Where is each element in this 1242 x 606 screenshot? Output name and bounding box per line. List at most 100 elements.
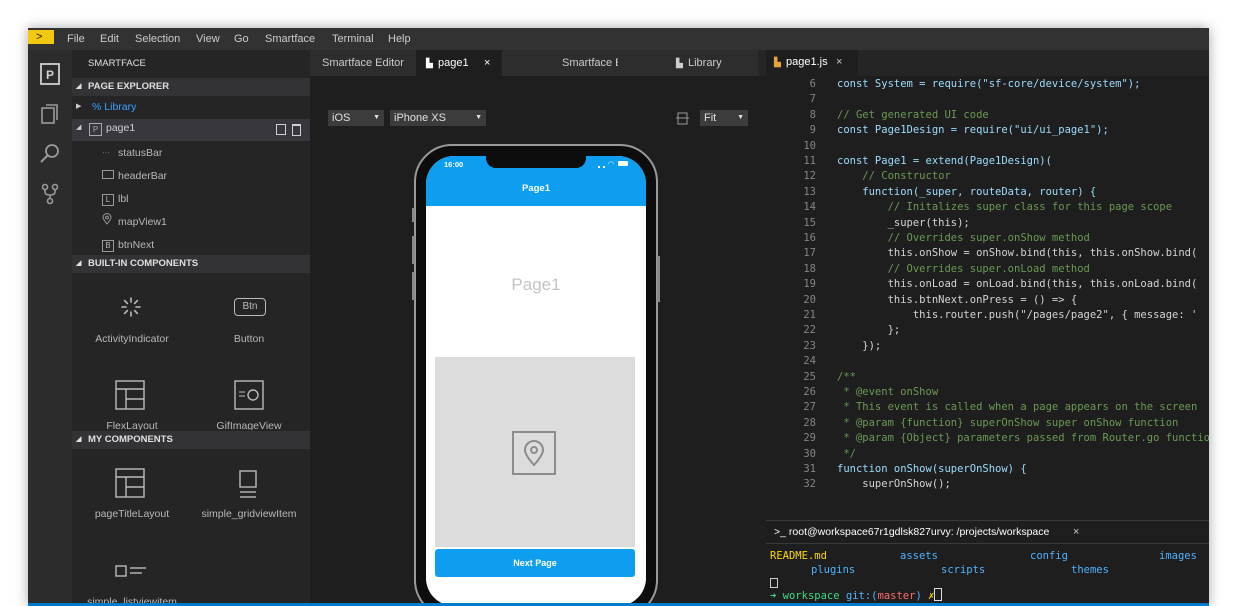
- flexlayout-icon: [115, 380, 145, 410]
- activity-bar: P: [28, 50, 72, 606]
- tab-page1-label: page1: [438, 57, 469, 69]
- smartface-icon[interactable]: P: [38, 62, 62, 86]
- section-builtin-components[interactable]: ◢ BUILT-IN COMPONENTS: [72, 255, 310, 273]
- app-logo[interactable]: >: [28, 30, 54, 44]
- prompt-branch: master: [877, 590, 916, 602]
- statusbar-icon: ···: [102, 148, 110, 157]
- menu-selection[interactable]: Selection: [135, 28, 180, 50]
- component-button[interactable]: Button: [189, 333, 309, 345]
- menu-edit[interactable]: Edit: [100, 28, 119, 50]
- terminal-panel: >_ root@workspace67r1gdlsk827urvy: /proj…: [766, 520, 1209, 606]
- tree-item-page1-row[interactable]: ◢ P page1: [72, 119, 310, 141]
- menu-bar: > File Edit Selection View Go Smartface …: [28, 28, 1209, 50]
- pagetitlelayout-icon: [115, 468, 145, 498]
- tree-item-statusbar[interactable]: statusBar: [118, 144, 162, 162]
- sidebar-title: SMARTFACE: [88, 58, 146, 69]
- section-page-explorer[interactable]: ◢ PAGE EXPLORER: [72, 78, 310, 96]
- menu-smartface[interactable]: Smartface: [265, 28, 315, 50]
- device-select[interactable]: iPhone XS ▼: [390, 110, 486, 126]
- tree-item-btnnext[interactable]: btnNext: [118, 236, 154, 254]
- component-activityindicator[interactable]: ActivityIndicator: [72, 333, 192, 345]
- line-number: 27: [803, 401, 816, 414]
- line-number: 14: [803, 201, 816, 214]
- phone-next-page-button[interactable]: Next Page: [435, 549, 635, 577]
- tree-item-library[interactable]: % Library: [92, 98, 136, 116]
- design-editor: Smartface Editor ▙ page1 × Smartface Edi…: [310, 50, 766, 606]
- line-number: 20: [803, 293, 816, 306]
- close-icon[interactable]: ×: [836, 56, 842, 68]
- line-number: 12: [803, 170, 816, 183]
- line-number: 17: [803, 247, 816, 260]
- close-icon[interactable]: ×: [484, 50, 490, 76]
- files-icon[interactable]: [38, 102, 62, 126]
- component-flexlayout[interactable]: FlexLayout: [72, 420, 192, 430]
- code-line: * @event onShow: [837, 386, 939, 398]
- line-number: 16: [803, 232, 816, 244]
- line-number: 13: [803, 185, 816, 198]
- terminal-dir: images: [1159, 550, 1197, 562]
- terminal-dir: themes: [1071, 564, 1109, 576]
- line-number: 8: [809, 108, 816, 121]
- section-my-label: MY COMPONENTS: [88, 434, 173, 445]
- tree-item-mapview1[interactable]: mapView1: [118, 213, 167, 231]
- tab-smartface-editor-2[interactable]: Smartface Editor: [502, 50, 644, 76]
- terminal-prompt[interactable]: ➜ workspace git:(master) ✗: [770, 588, 943, 602]
- code-line: function(_super, routeData, router) {: [837, 185, 1097, 198]
- phone-notch: [486, 156, 586, 168]
- terminal-file: README.md: [770, 550, 827, 562]
- line-number: 19: [803, 278, 816, 291]
- side-button: [412, 272, 415, 300]
- tab-page1-js[interactable]: ▙ page1.js ×: [766, 50, 858, 76]
- tab-page1[interactable]: ▙ page1 ×: [416, 50, 502, 76]
- search-icon[interactable]: [38, 142, 62, 166]
- link-icon: %: [92, 101, 102, 113]
- prompt-git: git:(: [845, 590, 878, 602]
- line-number: 22: [803, 324, 816, 337]
- phone-mapview[interactable]: [435, 357, 635, 547]
- expand-icon[interactable]: ▶: [76, 98, 81, 116]
- menu-go[interactable]: Go: [234, 28, 249, 50]
- listviewitem-icon: [115, 564, 149, 580]
- tree-item-lbl[interactable]: lbl: [118, 190, 129, 208]
- terminal-tab[interactable]: >_ root@workspace67r1gdlsk827urvy: /proj…: [774, 526, 1049, 538]
- component-pagetitlelayout[interactable]: pageTitleLayout: [72, 508, 192, 520]
- code-line: _super(this);: [837, 216, 970, 229]
- file-icon: ▙: [676, 58, 683, 68]
- section-my-components[interactable]: ◢ MY COMPONENTS: [72, 431, 310, 449]
- code-line: const Page1 = extend(Page1Design)(: [837, 155, 1052, 167]
- tab-library[interactable]: ▙ Library: [618, 50, 758, 76]
- zoom-select[interactable]: Fit ▼: [700, 110, 748, 126]
- component-simple-gridviewitem[interactable]: simple_gridviewItem: [189, 508, 309, 520]
- source-control-icon[interactable]: [38, 182, 62, 206]
- copy-icon[interactable]: [276, 124, 286, 135]
- tree-item-headerbar[interactable]: headerBar: [118, 167, 167, 185]
- os-select[interactable]: iOS ▼: [328, 110, 384, 126]
- tab-smartface-editor-1[interactable]: Smartface Editor: [310, 50, 416, 76]
- code-line: superOnShow();: [837, 478, 951, 491]
- phone-label[interactable]: Page1: [426, 275, 646, 295]
- terminal-glyph: [770, 578, 778, 588]
- terminal-dir: plugins: [811, 564, 856, 576]
- menu-view[interactable]: View: [196, 28, 220, 50]
- menu-terminal[interactable]: Terminal: [332, 28, 374, 50]
- line-number: 21: [803, 309, 816, 321]
- line-number: 9: [809, 124, 816, 137]
- code-area[interactable]: 6 const System = require("sf-core/device/…: [766, 78, 1209, 518]
- line-number: 15: [803, 216, 816, 229]
- prompt-dir: workspace: [782, 590, 840, 602]
- close-icon[interactable]: ×: [1073, 526, 1079, 538]
- menu-file[interactable]: File: [67, 28, 85, 50]
- collapse-icon: ◢: [76, 124, 82, 131]
- js-file-icon: ▙: [774, 57, 781, 67]
- line-number: 24: [803, 355, 816, 368]
- component-gifimageview[interactable]: GifImageView: [189, 420, 309, 430]
- device-frame-icon[interactable]: [676, 112, 689, 125]
- ide-window: > File Edit Selection View Go Smartface …: [28, 28, 1209, 606]
- section-builtin-label: BUILT-IN COMPONENTS: [88, 258, 199, 269]
- editor-tab-bar: ▙ page1.js ×: [766, 50, 1209, 76]
- line-number: 10: [803, 139, 816, 152]
- tree-item-page1-label: page1: [106, 122, 136, 134]
- trash-icon[interactable]: [292, 124, 301, 136]
- code-line: });: [837, 339, 882, 352]
- menu-help[interactable]: Help: [388, 28, 411, 50]
